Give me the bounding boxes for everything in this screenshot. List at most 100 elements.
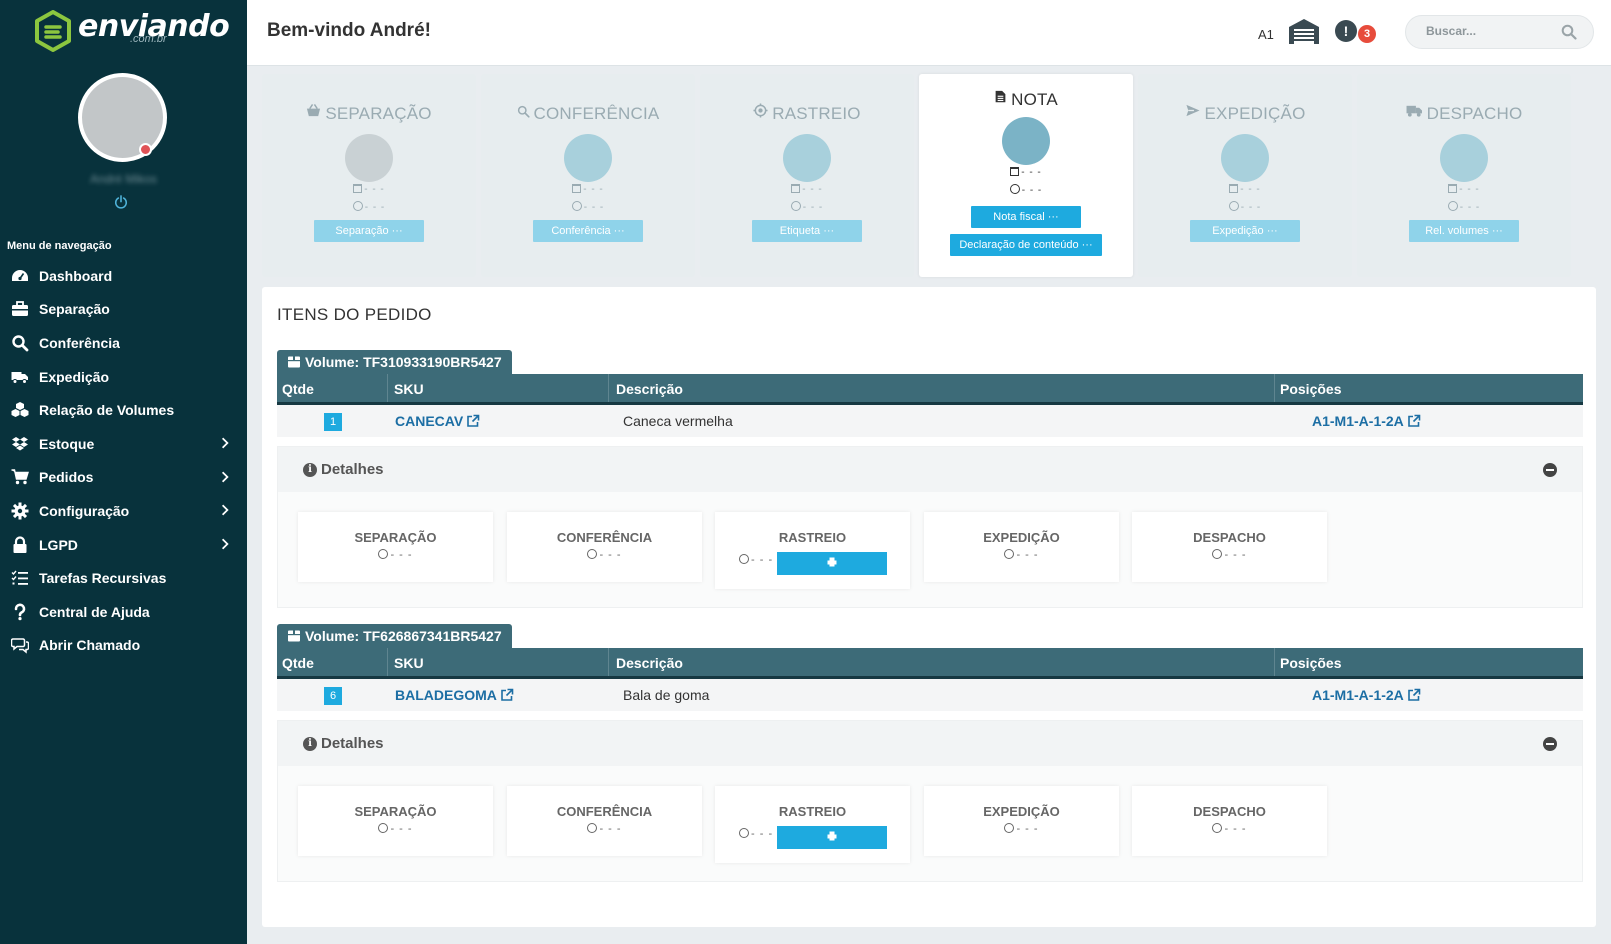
sidebar-item-abrir-chamado[interactable]: Abrir Chamado: [0, 629, 247, 663]
stage-action-button[interactable]: Nota fiscal ···: [971, 206, 1081, 228]
stage-title: NOTA: [919, 90, 1133, 110]
collapse-icon[interactable]: [1543, 737, 1557, 751]
sidebar-item-conferencia[interactable]: Conferência: [0, 326, 247, 360]
print-label-button[interactable]: [777, 826, 887, 849]
details-panel: i Detalhes SEPARAÇÃO - - - CONFERÊNCIA - - -R…: [277, 446, 1583, 608]
column-divider: [1274, 374, 1275, 402]
column-divider: [608, 374, 609, 402]
stage-card-conferencia: CONFERÊNCIA - - - - - - Conferência ···: [481, 74, 695, 277]
calendar-icon: [1010, 166, 1020, 176]
brand-domain: .com.br: [130, 33, 167, 45]
print-icon: [827, 557, 837, 567]
brand-logo[interactable]: enviando: [34, 10, 230, 52]
stage-date: - - -: [481, 183, 695, 195]
step-time: - - -: [1132, 549, 1327, 561]
item-step-card: EXPEDIÇÃO - - -: [924, 512, 1119, 582]
column-header[interactable]: Descrição: [616, 381, 683, 397]
column-header[interactable]: Posições: [1280, 381, 1341, 397]
warehouse-icon[interactable]: [1287, 17, 1321, 45]
order-items-panel: ITENS DO PEDIDO Volume: TF310933190BR542…: [262, 287, 1596, 927]
question-icon: [10, 603, 30, 621]
step-name: SEPARAÇÃO: [354, 804, 437, 819]
print-label-button[interactable]: [777, 552, 887, 575]
sidebar-item-label: Configuração: [39, 502, 130, 519]
clock-icon: [378, 549, 389, 560]
step-time: - - -: [507, 823, 702, 835]
sidebar-item-label: Expedição: [39, 368, 110, 385]
clock-icon: [1447, 201, 1458, 212]
column-header[interactable]: SKU: [394, 655, 424, 671]
clock-icon: [1009, 184, 1020, 195]
item-step-card: DESPACHO - - -: [1132, 786, 1327, 856]
sku-link[interactable]: CANECAV: [395, 413, 480, 429]
search-input[interactable]: [1426, 24, 1556, 38]
item-step-card: SEPARAÇÃO - - -: [298, 786, 493, 856]
details-header[interactable]: i Detalhes: [278, 447, 1582, 492]
sidebar-item-label: Separação: [39, 301, 110, 318]
nav-menu: Dashboard Separação Conferência Expedição Re…: [0, 259, 247, 662]
position-link[interactable]: A1-M1-A-1-2A: [1312, 413, 1421, 429]
stage-date: - - -: [1357, 183, 1571, 195]
step-name: DESPACHO: [1193, 804, 1266, 819]
volume-tab[interactable]: Volume: TF626867341BR5427: [277, 624, 512, 648]
chevron-right-icon: [221, 537, 229, 553]
item-step-card: DESPACHO - - -: [1132, 512, 1327, 582]
step-name: EXPEDIÇÃO: [983, 804, 1060, 819]
sidebar-item-separacao[interactable]: Separação: [0, 293, 247, 327]
alert-icon[interactable]: !: [1335, 20, 1357, 42]
column-divider: [608, 648, 609, 676]
print-icon: [827, 831, 837, 841]
column-header[interactable]: SKU: [394, 381, 424, 397]
stage-status-circle: [1221, 134, 1269, 182]
alert-count-badge[interactable]: 3: [1358, 25, 1376, 43]
sidebar-item-pedidos[interactable]: Pedidos: [0, 461, 247, 495]
external-link-icon: [1407, 688, 1421, 701]
external-link-icon: [1407, 414, 1421, 427]
stage-action-button[interactable]: Expedição ···: [1190, 220, 1300, 242]
briefcase-icon: [10, 300, 30, 318]
calendar-icon: [1229, 183, 1239, 193]
sidebar-item-estoque[interactable]: Estoque: [0, 427, 247, 461]
sidebar-item-lgpd[interactable]: LGPD: [0, 528, 247, 562]
stage-action-button[interactable]: Rel. volumes ···: [1409, 220, 1519, 242]
truck-icon: [10, 368, 30, 386]
stage-status-circle: [345, 134, 393, 182]
cart-icon: [10, 468, 30, 486]
send-icon: [1185, 103, 1201, 123]
sidebar-item-expedicao[interactable]: Expedição: [0, 360, 247, 394]
collapse-icon[interactable]: [1543, 463, 1557, 477]
stage-card-expedicao: EXPEDIÇÃO - - - - - - Expedição ···: [1138, 74, 1352, 277]
stage-action-button[interactable]: Etiqueta ···: [752, 220, 862, 242]
sidebar-item-configuracao[interactable]: Configuração: [0, 494, 247, 528]
stage-date: - - -: [1138, 183, 1352, 195]
column-header[interactable]: Qtde: [282, 655, 314, 671]
item-step-card: CONFERÊNCIA - - -: [507, 512, 702, 582]
column-header[interactable]: Qtde: [282, 381, 314, 397]
nav-title: Menu de navegação: [7, 240, 112, 252]
stage-status-circle: [564, 134, 612, 182]
step-name: CONFERÊNCIA: [556, 530, 653, 545]
sku-link[interactable]: BALADEGOMA: [395, 687, 514, 703]
column-header[interactable]: Posições: [1280, 655, 1341, 671]
sidebar-item-central-de-ajuda[interactable]: Central de Ajuda: [0, 595, 247, 629]
box-icon: [288, 356, 300, 368]
search-icon[interactable]: [1561, 24, 1577, 40]
stage-card-rastreio: RASTREIO - - - - - - Etiqueta ···: [700, 74, 914, 277]
position-link[interactable]: A1-M1-A-1-2A: [1312, 687, 1421, 703]
sidebar-item-relacao-de-volumes[interactable]: Relação de Volumes: [0, 393, 247, 427]
content-declaration-button[interactable]: Declaração de conteúdo ···: [950, 234, 1102, 256]
power-icon[interactable]: [113, 195, 129, 211]
stage-status-circle: [783, 134, 831, 182]
stage-time: - - -: [1138, 201, 1352, 213]
details-header[interactable]: i Detalhes: [278, 721, 1582, 766]
sidebar-item-tarefas-recursivas[interactable]: Tarefas Recursivas: [0, 561, 247, 595]
stage-action-button[interactable]: Separação ···: [314, 220, 424, 242]
sidebar-item-label: Estoque: [39, 435, 95, 452]
tasks-icon: [10, 569, 30, 587]
stage-action-button[interactable]: Conferência ···: [533, 220, 643, 242]
avatar[interactable]: [78, 73, 167, 162]
warehouse-code[interactable]: A1: [1258, 27, 1274, 42]
volume-tab[interactable]: Volume: TF310933190BR5427: [277, 350, 512, 374]
column-header[interactable]: Descrição: [616, 655, 683, 671]
sidebar-item-dashboard[interactable]: Dashboard: [0, 259, 247, 293]
